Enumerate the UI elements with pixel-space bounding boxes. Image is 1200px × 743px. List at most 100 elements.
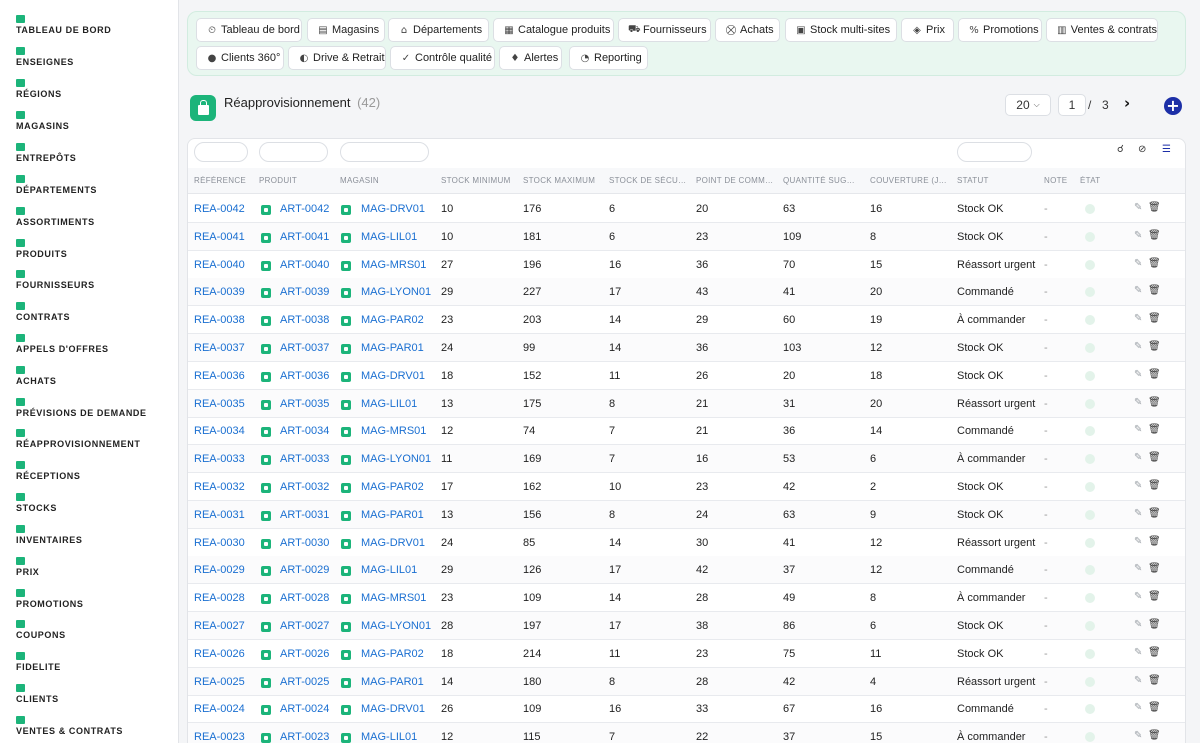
product-link[interactable]: ART-0036 xyxy=(280,370,329,382)
search-icon[interactable]: ☌ xyxy=(1117,144,1124,155)
reference-link[interactable]: REA-0032 xyxy=(194,481,245,493)
nav-button[interactable]: ⏲ Tableau de bord xyxy=(196,18,302,42)
store-link[interactable]: MAG-LIL01 xyxy=(361,231,417,243)
sidebar-item[interactable]: CLIENTS xyxy=(16,684,59,704)
column-header[interactable]: PRODUIT xyxy=(259,176,334,185)
product-link[interactable]: ART-0037 xyxy=(280,342,329,354)
reference-link[interactable]: REA-0038 xyxy=(194,314,245,326)
store-link[interactable]: MAG-LIL01 xyxy=(361,564,417,576)
nav-button[interactable]: ▤ Magasins xyxy=(307,18,385,42)
clear-filter-icon[interactable]: ⊘ xyxy=(1138,144,1146,155)
pencil-icon[interactable]: ✎ xyxy=(1134,619,1142,630)
trash-icon[interactable]: 🗑 xyxy=(1148,230,1161,241)
trash-icon[interactable]: 🗑 xyxy=(1148,480,1161,491)
trash-icon[interactable]: 🗑 xyxy=(1148,202,1161,213)
sidebar-item[interactable]: TABLEAU DE BORD xyxy=(16,15,111,35)
reference-link[interactable]: REA-0036 xyxy=(194,370,245,382)
sidebar-item[interactable]: VENTES & CONTRATS xyxy=(16,716,123,736)
store-link[interactable]: MAG-DRV01 xyxy=(361,370,425,382)
store-link[interactable]: MAG-LYON01 xyxy=(361,453,431,465)
store-link[interactable]: MAG-MRS01 xyxy=(361,259,426,271)
pencil-icon[interactable]: ✎ xyxy=(1134,452,1142,463)
trash-icon[interactable]: 🗑 xyxy=(1148,424,1161,435)
nav-button[interactable]: ◔ Reporting xyxy=(569,46,648,70)
trash-icon[interactable]: 🗑 xyxy=(1148,397,1161,408)
reference-link[interactable]: REA-0030 xyxy=(194,537,245,549)
pencil-icon[interactable]: ✎ xyxy=(1134,702,1142,713)
trash-icon[interactable]: 🗑 xyxy=(1148,258,1161,269)
product-link[interactable]: ART-0042 xyxy=(280,203,329,215)
next-page-button[interactable]: › xyxy=(1124,94,1130,112)
pencil-icon[interactable]: ✎ xyxy=(1134,591,1142,602)
pencil-icon[interactable]: ✎ xyxy=(1134,675,1142,686)
sidebar-item[interactable]: PRÉVISIONS DE DEMANDE xyxy=(16,398,147,418)
reference-link[interactable]: REA-0037 xyxy=(194,342,245,354)
product-link[interactable]: ART-0040 xyxy=(280,259,329,271)
nav-button[interactable]: ◐ Drive & Retrait xyxy=(288,46,386,70)
store-link[interactable]: MAG-PAR02 xyxy=(361,314,424,326)
store-link[interactable]: MAG-PAR01 xyxy=(361,676,424,688)
product-link[interactable]: ART-0026 xyxy=(280,648,329,660)
sidebar-item[interactable]: ASSORTIMENTS xyxy=(16,207,95,227)
sidebar-item[interactable]: COUPONS xyxy=(16,620,66,640)
nav-button[interactable]: ⛟ Fournisseurs xyxy=(618,18,711,42)
sidebar-item[interactable]: INVENTAIRES xyxy=(16,525,82,545)
pencil-icon[interactable]: ✎ xyxy=(1134,341,1142,352)
store-link[interactable]: MAG-PAR02 xyxy=(361,481,424,493)
trash-icon[interactable]: 🗑 xyxy=(1148,341,1161,352)
product-link[interactable]: ART-0031 xyxy=(280,509,329,521)
sidebar-item[interactable]: MAGASINS xyxy=(16,111,69,131)
sidebar-item[interactable]: PROMOTIONS xyxy=(16,589,84,609)
product-link[interactable]: ART-0028 xyxy=(280,592,329,604)
sidebar-item[interactable]: PRIX xyxy=(16,557,39,577)
trash-icon[interactable]: 🗑 xyxy=(1148,675,1161,686)
pencil-icon[interactable]: ✎ xyxy=(1134,202,1142,213)
sidebar-item[interactable]: ENSEIGNES xyxy=(16,47,74,67)
trash-icon[interactable]: 🗑 xyxy=(1148,313,1161,324)
trash-icon[interactable]: 🗑 xyxy=(1148,563,1161,574)
nav-button[interactable]: % Promotions xyxy=(958,18,1042,42)
store-link[interactable]: MAG-MRS01 xyxy=(361,425,426,437)
product-link[interactable]: ART-0032 xyxy=(280,481,329,493)
store-link[interactable]: MAG-LIL01 xyxy=(361,731,417,743)
pencil-icon[interactable]: ✎ xyxy=(1134,563,1142,574)
nav-button[interactable]: ▦ Catalogue produits xyxy=(493,18,614,42)
reference-link[interactable]: REA-0026 xyxy=(194,648,245,660)
nav-button[interactable]: ● Clients 360° xyxy=(196,46,284,70)
reference-link[interactable]: REA-0041 xyxy=(194,231,245,243)
product-link[interactable]: ART-0027 xyxy=(280,620,329,632)
sidebar-item[interactable]: CONTRATS xyxy=(16,302,70,322)
column-header[interactable]: POINT DE COMMANDE xyxy=(696,176,774,185)
pencil-icon[interactable]: ✎ xyxy=(1134,285,1142,296)
sidebar-item[interactable]: ENTREPÔTS xyxy=(16,143,76,163)
column-header[interactable]: NOTE xyxy=(1044,176,1074,185)
store-link[interactable]: MAG-MRS01 xyxy=(361,592,426,604)
sidebar-item[interactable]: RÉAPPROVISIONNEMENT xyxy=(16,429,140,449)
store-link[interactable]: MAG-DRV01 xyxy=(361,537,425,549)
sidebar-item[interactable]: APPELS D'OFFRES xyxy=(16,334,109,354)
reference-link[interactable]: REA-0033 xyxy=(194,453,245,465)
trash-icon[interactable]: 🗑 xyxy=(1148,285,1161,296)
sidebar-item[interactable]: FOURNISSEURS xyxy=(16,270,95,290)
pencil-icon[interactable]: ✎ xyxy=(1134,730,1142,741)
sidebar-item[interactable]: FIDELITE xyxy=(16,652,61,672)
reference-link[interactable]: REA-0042 xyxy=(194,203,245,215)
column-header[interactable]: STOCK MAXIMUM xyxy=(523,176,603,185)
store-link[interactable]: MAG-PAR02 xyxy=(361,648,424,660)
product-link[interactable]: ART-0033 xyxy=(280,453,329,465)
store-link[interactable]: MAG-PAR01 xyxy=(361,509,424,521)
column-header[interactable]: RÉFÉRENCE xyxy=(194,176,254,185)
product-link[interactable]: ART-0039 xyxy=(280,286,329,298)
nav-button[interactable]: ◈ Prix xyxy=(901,18,954,42)
trash-icon[interactable]: 🗑 xyxy=(1148,536,1161,547)
trash-icon[interactable]: 🗑 xyxy=(1148,591,1161,602)
nav-button[interactable]: ▥ Ventes & contrats xyxy=(1046,18,1158,42)
reference-link[interactable]: REA-0039 xyxy=(194,286,245,298)
column-header[interactable]: MAGASIN xyxy=(340,176,435,185)
product-link[interactable]: ART-0035 xyxy=(280,398,329,410)
sidebar-item[interactable]: PRODUITS xyxy=(16,239,67,259)
sidebar-item[interactable]: DÉPARTEMENTS xyxy=(16,175,97,195)
reference-link[interactable]: REA-0027 xyxy=(194,620,245,632)
product-link[interactable]: ART-0025 xyxy=(280,676,329,688)
store-link[interactable]: MAG-DRV01 xyxy=(361,703,425,715)
